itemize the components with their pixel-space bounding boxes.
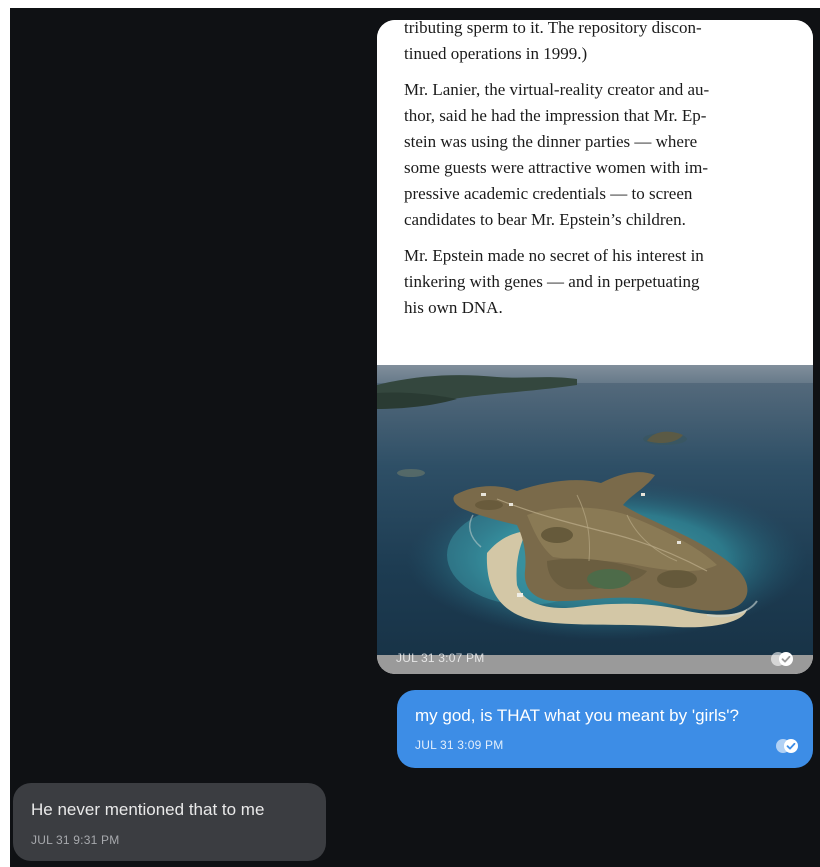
- conversation-thread[interactable]: tributing sperm to it. The repository di…: [10, 8, 820, 867]
- message-text: my god, is THAT what you meant by 'girls…: [415, 706, 739, 725]
- article-text-screenshot: tributing sperm to it. The repository di…: [377, 20, 813, 365]
- message-timestamp: JUL 31 3:09 PM: [415, 738, 504, 752]
- article-paragraph: Mr. Epstein made no secret of his intere…: [404, 246, 704, 317]
- message-text: He never mentioned that to me: [31, 800, 265, 819]
- outgoing-message-bubble[interactable]: my god, is THAT what you meant by 'girls…: [397, 690, 813, 768]
- read-receipt-icon: [771, 652, 793, 666]
- article-paragraph: tributing sperm to it. The repository di…: [404, 20, 702, 63]
- message-timestamp: JUL 31 3:07 PM: [396, 651, 485, 665]
- article-paragraph: Mr. Lanier, the virtual-reality creator …: [404, 80, 710, 229]
- island-aerial-photo: [377, 365, 813, 655]
- read-receipt-icon: [776, 739, 798, 753]
- image-message-bubble[interactable]: tributing sperm to it. The repository di…: [377, 20, 813, 674]
- incoming-message-bubble[interactable]: He never mentioned that to me JUL 31 9:3…: [13, 783, 326, 861]
- message-timestamp: JUL 31 9:31 PM: [31, 833, 120, 847]
